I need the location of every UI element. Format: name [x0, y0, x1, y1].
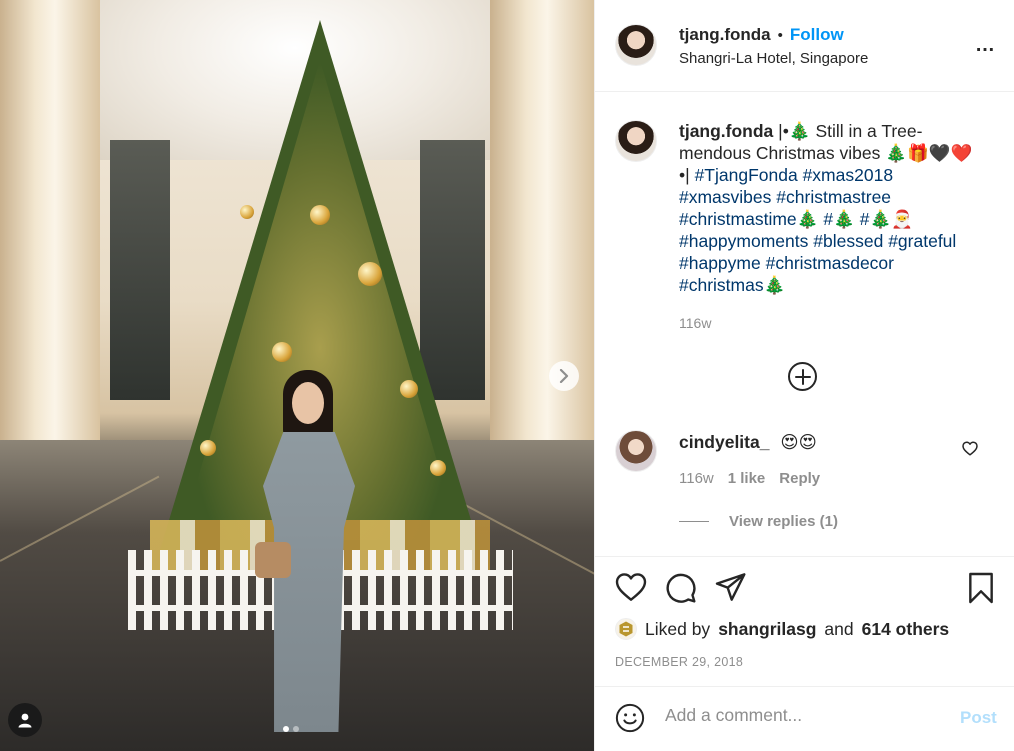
- comment: cindyelita_ 😍😍: [679, 432, 817, 453]
- caption-timestamp[interactable]: 116w: [679, 315, 711, 331]
- hashtag[interactable]: #🎄: [823, 209, 855, 229]
- post-details-panel: tjang.fonda • Follow Shangri-La Hotel, S…: [594, 0, 1014, 751]
- comment-likes[interactable]: 1 like: [728, 470, 766, 487]
- carousel-indicator: [283, 726, 299, 732]
- post-photo[interactable]: [0, 0, 594, 751]
- heart-icon: [962, 441, 978, 456]
- hashtag[interactable]: #blessed: [813, 231, 883, 251]
- more-icon: …: [975, 34, 996, 56]
- ornament: [200, 440, 216, 456]
- save-button[interactable]: [967, 572, 995, 609]
- post-header: [595, 0, 1014, 92]
- reply-button[interactable]: Reply: [779, 470, 820, 487]
- pillar: [490, 0, 594, 470]
- heart-icon: [615, 573, 647, 601]
- caption-avatar[interactable]: [615, 120, 657, 162]
- shangrila-logo-icon: [619, 621, 633, 637]
- like-comment-button[interactable]: [962, 441, 978, 461]
- hashtag[interactable]: #grateful: [888, 231, 956, 251]
- ornament: [400, 380, 418, 398]
- view-replies-label: View replies (1): [729, 513, 838, 530]
- paper-plane-icon: [715, 573, 746, 601]
- liked-by-user[interactable]: shangrilasg: [718, 619, 816, 640]
- author-username[interactable]: tjang.fonda: [679, 25, 771, 45]
- post-comment-button[interactable]: Post: [960, 708, 997, 728]
- follow-button[interactable]: Follow: [790, 25, 844, 45]
- hashtag[interactable]: #christmasdecor: [766, 253, 894, 273]
- next-slide-button[interactable]: [549, 361, 579, 391]
- more-options-button[interactable]: …: [975, 34, 996, 57]
- carousel-dot-active: [283, 726, 289, 732]
- ornament: [430, 460, 446, 476]
- emoji-button[interactable]: [615, 703, 645, 738]
- hashtag[interactable]: #happymoments: [679, 231, 808, 251]
- author-avatar[interactable]: [615, 24, 657, 66]
- ornament: [310, 205, 330, 225]
- share-button[interactable]: [715, 572, 747, 607]
- load-more-comments-button[interactable]: [788, 362, 817, 391]
- chevron-right-icon: [559, 369, 569, 383]
- ornament: [358, 262, 382, 286]
- commenter-username[interactable]: cindyelita_: [679, 432, 769, 452]
- ornament: [272, 342, 292, 362]
- post-date[interactable]: DECEMBER 29, 2018: [615, 655, 743, 669]
- user-icon: [18, 713, 32, 728]
- replies-divider: [679, 521, 709, 522]
- carousel-dot: [293, 726, 299, 732]
- comment-meta: 116w 1 like Reply: [679, 470, 820, 487]
- author-line: tjang.fonda • Follow: [679, 25, 844, 45]
- like-button[interactable]: [615, 572, 647, 607]
- hashtag[interactable]: #🎄🎅: [860, 209, 913, 229]
- plus-icon: [794, 368, 811, 385]
- tagged-users-button[interactable]: [8, 703, 42, 737]
- hashtag[interactable]: #christmastime🎄: [679, 209, 818, 229]
- liked-by-and: and: [824, 618, 854, 639]
- liker-avatar[interactable]: [615, 618, 637, 640]
- view-replies-button[interactable]: View replies (1): [679, 513, 838, 530]
- hashtag[interactable]: #happyme: [679, 253, 761, 273]
- person: [255, 370, 360, 740]
- hashtag[interactable]: #xmasvibes: [679, 187, 771, 207]
- comment-timestamp[interactable]: 116w: [679, 470, 714, 487]
- caption: tjang.fonda |•🎄 Still in a Tree-mendous …: [679, 120, 979, 296]
- comment-icon: [666, 573, 696, 603]
- hashtag[interactable]: #christmastree: [776, 187, 891, 207]
- hashtag[interactable]: #TjangFonda: [695, 165, 798, 185]
- pillar: [0, 0, 100, 470]
- face: [292, 382, 324, 424]
- comment-button[interactable]: [665, 572, 697, 609]
- dress: [263, 432, 355, 732]
- liked-by-others[interactable]: 614 others: [862, 619, 950, 640]
- commenter-avatar[interactable]: [615, 430, 657, 472]
- hashtag[interactable]: #xmas2018: [803, 165, 893, 185]
- emoji-icon: [615, 703, 645, 733]
- location-link[interactable]: Shangri-La Hotel, Singapore: [679, 50, 868, 67]
- separator: •: [777, 26, 783, 44]
- caption-username[interactable]: tjang.fonda: [679, 121, 773, 141]
- liked-by-prefix: Liked by: [645, 618, 711, 639]
- likes-summary: Liked by shangrilasg and 614 others: [615, 618, 949, 640]
- ornament: [240, 205, 254, 219]
- handbag: [255, 542, 291, 578]
- bookmark-icon: [969, 572, 993, 604]
- hashtag[interactable]: #christmas🎄: [679, 275, 785, 295]
- comment-input[interactable]: [665, 705, 945, 726]
- comment-text: 😍😍: [780, 432, 817, 452]
